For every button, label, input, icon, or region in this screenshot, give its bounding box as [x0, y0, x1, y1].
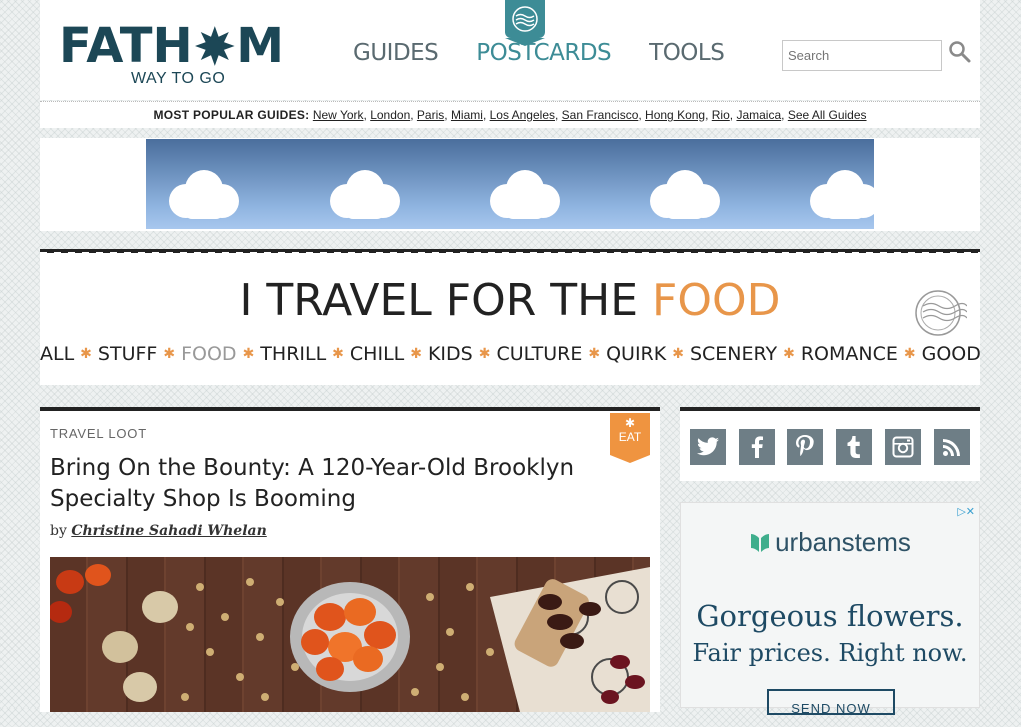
tumblr-icon[interactable]	[836, 429, 872, 465]
ad-headline: Gorgeous flowers.	[696, 599, 964, 633]
logo-text-right: M	[236, 18, 284, 74]
banner-ad-image[interactable]	[146, 139, 874, 229]
sidebar-ad[interactable]: ▷✕ urbanstems Gorgeous flowers. Fair pri…	[680, 502, 980, 716]
fathom-logo[interactable]: FATH M WAY TO GO	[59, 18, 284, 87]
twitter-icon[interactable]	[690, 429, 726, 465]
category-stuff[interactable]: STUFF	[98, 343, 157, 365]
section-title-accent: FOOD	[652, 275, 781, 326]
category-kids[interactable]: KIDS	[428, 343, 473, 365]
author-link[interactable]: Christine Sahadi Whelan	[71, 523, 266, 539]
separator-star-icon: ✱	[903, 346, 916, 362]
separator-star-icon: ✱	[242, 346, 255, 362]
byline-prefix: by	[50, 523, 67, 539]
nav-tools[interactable]: TOOLS	[649, 40, 725, 66]
postcards-tab-marker	[505, 0, 545, 46]
article-headline[interactable]: Bring On the Bounty: A 120-Year-Old Broo…	[50, 453, 590, 515]
cloud-icon	[490, 170, 560, 219]
category-scenery[interactable]: SCENERY	[690, 343, 777, 365]
separator-star-icon: ✱	[163, 346, 176, 362]
site-header: FATH M WAY TO GO GUIDES POSTCARDS TOOLS …	[40, 0, 980, 100]
logo-tagline: WAY TO GO	[131, 70, 226, 87]
separator-star-icon: ✱	[410, 346, 422, 362]
category-all[interactable]: ALL	[40, 343, 74, 365]
badge-label: EAT	[618, 430, 642, 444]
article-hero-image[interactable]	[50, 557, 650, 712]
banner-ad-slot	[40, 138, 980, 231]
rss-icon[interactable]	[934, 429, 970, 465]
adchoices-icon[interactable]: ▷✕	[957, 505, 975, 518]
guide-link[interactable]: London	[370, 108, 410, 122]
guide-link[interactable]: Miami	[451, 108, 483, 122]
article-card: TRAVEL LOOT ✱ EAT Bring On the Bounty: A…	[40, 407, 660, 712]
category-thrill[interactable]: THRILL	[260, 343, 326, 365]
separator-star-icon: ✱	[478, 346, 491, 362]
separator-star-icon: ✱	[332, 346, 344, 362]
guide-link[interactable]: New York	[313, 108, 364, 122]
guide-link[interactable]: Jamaica	[736, 108, 781, 122]
article-kicker[interactable]: TRAVEL LOOT	[50, 426, 147, 441]
section-header: I TRAVEL FOR THE FOOD ALL ✱ STUFF ✱ FOOD ✱ THR…	[40, 249, 981, 385]
send-now-button[interactable]: SEND NOW	[767, 689, 895, 716]
category-quirk[interactable]: QUIRK	[606, 343, 666, 365]
category-filter: ALL ✱ STUFF ✱ FOOD ✱ THRILL ✱ CHILL ✱ KIDS ✱ CULTURE…	[40, 343, 981, 365]
separator-star-icon: ✱	[80, 346, 92, 362]
section-title: I TRAVEL FOR THE FOOD	[40, 275, 980, 326]
ad-subline: Fair prices. Right now.	[692, 639, 968, 667]
waves-icon	[512, 6, 538, 32]
urbanstems-leaf-icon	[751, 534, 770, 552]
search-icon[interactable]	[948, 40, 972, 64]
badge-star-icon: ✱	[624, 416, 636, 430]
guide-link[interactable]: Los Angeles	[490, 108, 555, 122]
eat-badge[interactable]: ✱ EAT	[610, 413, 650, 463]
guide-link[interactable]: Rio	[712, 108, 730, 122]
ad-brand: urbanstems	[681, 527, 979, 558]
guide-link[interactable]: Paris	[417, 108, 444, 122]
category-good[interactable]: GOOD	[922, 343, 981, 365]
instagram-icon[interactable]	[885, 429, 921, 465]
logo-text-left: FATH	[59, 18, 193, 74]
see-all-guides-link[interactable]: See All Guides	[788, 108, 867, 122]
cloud-icon	[169, 170, 239, 219]
cloud-icon	[810, 170, 874, 219]
section-title-prefix: I TRAVEL FOR THE	[239, 275, 639, 326]
category-culture[interactable]: CULTURE	[496, 343, 582, 365]
ad-brand-name: urbanstems	[775, 527, 911, 557]
nav-guides[interactable]: GUIDES	[353, 40, 439, 66]
category-food[interactable]: FOOD	[181, 343, 236, 365]
postmark-icon	[915, 290, 967, 336]
guide-link[interactable]: Hong Kong	[645, 108, 705, 122]
cloud-icon	[330, 170, 400, 219]
pinterest-icon[interactable]	[787, 429, 823, 465]
article-byline: by Christine Sahadi Whelan	[50, 523, 267, 539]
category-chill[interactable]: CHILL	[350, 343, 404, 365]
separator-star-icon: ✱	[672, 346, 684, 362]
social-links	[680, 407, 980, 481]
main-nav: GUIDES POSTCARDS TOOLS	[353, 40, 725, 66]
popular-guides-bar: MOST POPULAR GUIDES: New York, London, P…	[40, 101, 980, 128]
dried-fruit-photo	[50, 564, 650, 712]
search-input[interactable]	[782, 40, 942, 71]
compass-star-icon	[194, 26, 235, 66]
guide-link[interactable]: San Francisco	[562, 108, 639, 122]
separator-star-icon: ✱	[783, 346, 795, 362]
popular-guides-label: MOST POPULAR GUIDES:	[153, 108, 310, 122]
cloud-icon	[650, 170, 720, 219]
nav-postcards[interactable]: POSTCARDS	[476, 40, 611, 66]
category-romance[interactable]: ROMANCE	[801, 343, 898, 365]
facebook-icon[interactable]	[739, 429, 775, 465]
separator-star-icon: ✱	[588, 346, 601, 362]
